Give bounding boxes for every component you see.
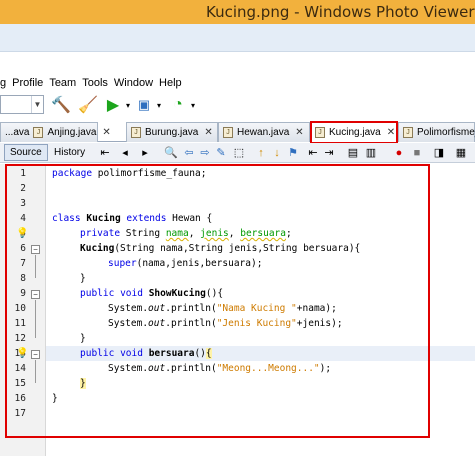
toggle-bookmark-icon[interactable]: ⚑ <box>286 145 300 160</box>
diff-icon[interactable]: ◨ <box>432 145 446 160</box>
menu-run-partial[interactable]: g <box>0 77 6 89</box>
window-title-bar: Kucing.png - Windows Photo Viewer <box>0 0 475 24</box>
editor-toolbar: Source History ⇤ ◂ ▸ 🔍 ⇦ ⇨ ✎ ⬚ ↑ ↓ ⚑ ⇤ ⇥… <box>0 143 475 163</box>
tab-burung[interactable]: J Burung.java ✕ <box>126 122 218 142</box>
next-bookmark-icon[interactable]: ↓ <box>270 145 284 160</box>
hammer-icon[interactable]: 🔨 <box>50 94 72 116</box>
menu-help[interactable]: Help <box>159 77 182 89</box>
tab-previous[interactable]: ...ava J Anjing.java ✕ <box>0 122 111 142</box>
menu-team[interactable]: Team <box>49 77 76 89</box>
source-button[interactable]: Source <box>4 144 48 161</box>
profile-dropdown-icon[interactable]: ▾ <box>188 94 198 116</box>
run-icon[interactable]: ▶ <box>104 94 122 116</box>
history-button[interactable]: History <box>48 144 91 161</box>
menu-bar: g Profile Team Tools Window Help <box>0 74 475 92</box>
menu-profile[interactable]: Profile <box>12 77 43 89</box>
back-icon[interactable]: ◂ <box>118 145 132 160</box>
close-icon[interactable]: ✕ <box>295 127 303 138</box>
tab-hewan[interactable]: J Hewan.java ✕ <box>218 122 310 142</box>
configuration-combo[interactable]: ▼ <box>0 95 44 114</box>
forward-icon[interactable]: ▸ <box>138 145 152 160</box>
java-file-icon: J <box>223 127 233 138</box>
menu-window[interactable]: Window <box>114 77 153 89</box>
debug-dropdown-icon[interactable]: ▾ <box>154 94 164 116</box>
toggle-rect-selection-icon[interactable]: ⬚ <box>232 145 246 160</box>
run-dropdown-icon[interactable]: ▾ <box>123 94 133 116</box>
close-icon[interactable]: ✕ <box>204 127 212 138</box>
shift-left-icon[interactable]: ⇤ <box>306 145 320 160</box>
menu-tools[interactable]: Tools <box>82 77 108 89</box>
editor-highlight-frame <box>5 164 430 438</box>
stop-macro-icon[interactable]: ■ <box>410 145 424 160</box>
record-macro-icon[interactable]: ● <box>392 145 406 160</box>
close-icon[interactable]: ✕ <box>102 127 110 138</box>
find-previous-icon[interactable]: ⇦ <box>182 145 196 160</box>
clean-build-icon[interactable]: 🧹 <box>76 94 100 116</box>
tasks-icon[interactable]: ▦ <box>454 145 468 160</box>
tab-label: ...ava <box>5 127 30 138</box>
editor-tab-strip: ...ava J Anjing.java ✕ J Burung.java ✕ J… <box>0 122 475 142</box>
java-file-icon: J <box>33 127 44 138</box>
shift-right-icon[interactable]: ⇥ <box>322 145 336 160</box>
main-toolbar: ▼ 🔨 🧹 ▶ ▾ ▣ ▾ ◔ ▾ <box>0 92 475 118</box>
debug-icon[interactable]: ▣ <box>134 94 154 116</box>
active-tab-highlight <box>310 121 398 144</box>
tab-label: Polimorfisme_F <box>417 127 475 138</box>
find-selection-icon[interactable]: 🔍 <box>164 145 178 160</box>
java-file-icon: J <box>131 127 141 138</box>
java-file-icon: J <box>403 127 413 138</box>
toggle-highlight-icon[interactable]: ✎ <box>214 145 228 160</box>
uncomment-icon[interactable]: ▥ <box>364 145 378 160</box>
last-edit-icon[interactable]: ⇤ <box>98 145 112 160</box>
comment-icon[interactable]: ▤ <box>346 145 360 160</box>
tab-label: Hewan.java <box>237 127 290 138</box>
previous-bookmark-icon[interactable]: ↑ <box>254 145 268 160</box>
chevron-down-icon[interactable]: ▼ <box>31 96 43 113</box>
find-next-icon[interactable]: ⇨ <box>198 145 212 160</box>
tab-label: Burung.java <box>145 127 199 138</box>
window-title: Kucing.png - Windows Photo Viewer <box>206 3 475 21</box>
tab-polimorfisme[interactable]: J Polimorfisme_F <box>398 122 475 142</box>
tab-label: Anjing.java <box>47 127 97 138</box>
profile-icon[interactable]: ◔ <box>168 94 188 116</box>
viewer-toolbar-band <box>0 24 475 52</box>
